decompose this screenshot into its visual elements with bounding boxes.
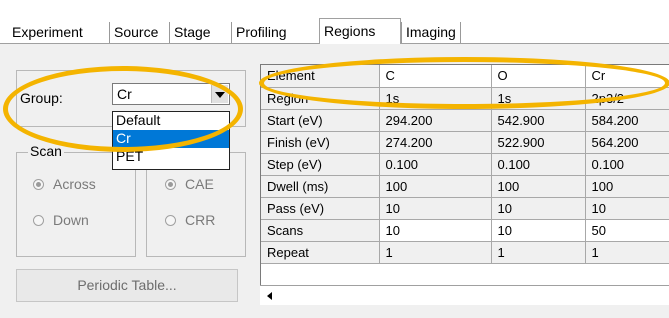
row-header: Scans [261,219,380,242]
table-row: Element C O Cr [261,65,669,88]
table-cell[interactable]: O [491,65,586,88]
table-cell[interactable]: Cr [585,65,669,88]
radio-crr-label: CRR [185,212,216,228]
table-cell[interactable]: 100 [491,175,586,198]
tab-stage[interactable]: Stage [169,22,215,43]
table-cell[interactable]: 564.200 [585,131,669,154]
group-label: Group: [20,90,63,106]
radio-dot-icon [33,215,44,226]
arrow-left-icon[interactable] [261,287,278,304]
radio-dot-icon [165,215,176,226]
row-header: Element [261,65,380,88]
periodic-table-button[interactable]: Periodic Table... [16,269,238,302]
row-header: Repeat [261,241,380,264]
radio-down[interactable]: Down [33,212,89,228]
row-header: Pass (eV) [261,197,380,220]
horizontal-scrollbar[interactable] [260,285,669,305]
tab-experiment[interactable]: Experiment [8,22,87,43]
radio-cae-label: CAE [185,176,214,192]
table-cell[interactable]: 10 [379,197,492,220]
group-combobox[interactable]: Cr [112,83,230,105]
table-cell[interactable]: 1 [491,241,586,264]
table-cell[interactable]: 100 [585,175,669,198]
table-cell[interactable]: 1s [379,87,492,110]
table-cell[interactable]: 0.100 [491,153,586,176]
scan-group-label: Scan [28,143,64,159]
radio-crr[interactable]: CRR [165,212,215,228]
group-dropdown-list: Default Cr PET [112,111,230,170]
tab-imaging[interactable]: Imaging [401,22,461,43]
chevron-down-icon[interactable] [211,85,228,103]
table-cell[interactable]: C [379,65,492,88]
regions-table: Element C O Cr Region 1s 1s 2p3/2 Start (eV) 294.… [261,65,669,264]
table-cell[interactable]: 542.900 [491,109,586,132]
table-cell[interactable]: 1 [585,241,669,264]
row-header: Finish (eV) [261,131,380,154]
table-row: Start (eV) 294.200 542.900 584.200 [261,109,669,132]
row-header: Region [261,87,380,110]
table-row: Finish (eV) 274.200 522.900 564.200 [261,131,669,154]
table-cell[interactable]: 10 [585,197,669,220]
table-cell[interactable]: 50 [585,219,669,242]
table-row: Step (eV) 0.100 0.100 0.100 [261,153,669,176]
tab-bar: Experiment Source Stage Profiling Region… [8,18,669,44]
regions-grid[interactable]: Element C O Cr Region 1s 1s 2p3/2 Start (eV) 294.… [260,64,669,305]
row-header: Start (eV) [261,109,380,132]
table-cell[interactable]: 274.200 [379,131,492,154]
table-cell[interactable]: 10 [491,197,586,220]
radio-cae[interactable]: CAE [165,176,214,192]
table-cell[interactable]: 1 [379,241,492,264]
table-row: Scans 10 10 50 [261,219,669,242]
radio-dot-icon [33,179,44,190]
table-row: Region 1s 1s 2p3/2 [261,87,669,110]
table-cell[interactable]: 1s [491,87,586,110]
tab-profiling[interactable]: Profiling [231,22,291,43]
radio-across[interactable]: Across [33,176,96,192]
table-cell[interactable]: 294.200 [379,109,492,132]
row-header: Step (eV) [261,153,380,176]
table-cell[interactable]: 0.100 [585,153,669,176]
table-cell[interactable]: 100 [379,175,492,198]
tab-regions[interactable]: Regions [319,18,401,44]
table-row: Pass (eV) 10 10 10 [261,197,669,220]
dropdown-option-cr[interactable]: Cr [113,130,229,148]
table-cell[interactable]: 584.200 [585,109,669,132]
radio-dot-icon [165,179,176,190]
dropdown-option-default[interactable]: Default [113,112,229,130]
table-cell[interactable]: 2p3/2 [585,87,669,110]
tab-source[interactable]: Source [109,22,163,43]
radio-down-label: Down [53,212,89,228]
row-header: Dwell (ms) [261,175,380,198]
group-combobox-value: Cr [117,86,132,102]
table-cell[interactable]: 10 [491,219,586,242]
radio-across-label: Across [53,176,96,192]
table-row: Dwell (ms) 100 100 100 [261,175,669,198]
table-cell[interactable]: 0.100 [379,153,492,176]
table-row: Repeat 1 1 1 [261,241,669,264]
table-cell[interactable]: 522.900 [491,131,586,154]
table-cell[interactable]: 10 [379,219,492,242]
dropdown-option-pet[interactable]: PET [113,148,229,166]
